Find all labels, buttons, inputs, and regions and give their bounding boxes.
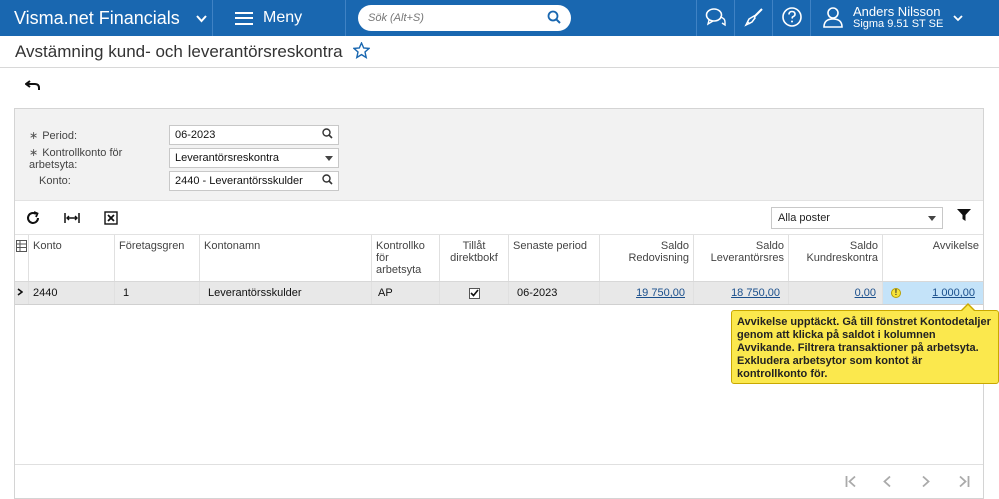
account-value: 2440 - Leverantörsskulder — [175, 175, 303, 187]
menu-label: Meny — [263, 9, 303, 26]
control-account-select[interactable]: Leverantörsreskontra — [169, 148, 339, 168]
pager — [15, 464, 983, 498]
dropdown-arrow-icon — [325, 153, 333, 164]
filter-form: ∗ Period: 06-2023 ∗ Kontrollkonto för arbe… — [15, 109, 983, 201]
column-header-kontonamn[interactable]: Kontonamn — [200, 235, 372, 281]
cell-tillat — [440, 282, 509, 304]
search-box[interactable] — [358, 5, 571, 31]
cell-kontonamn: Leverantörsskulder — [200, 282, 372, 304]
search-area — [346, 0, 697, 36]
records-filter-value: Alla poster — [778, 212, 830, 224]
cell-konto: 2440 — [29, 282, 115, 304]
chevron-right-icon — [17, 287, 24, 299]
column-header-foretagsgren[interactable]: Företagsgren — [115, 235, 200, 281]
cell-senaste: 06-2023 — [509, 282, 600, 304]
next-page-icon[interactable] — [922, 475, 930, 491]
chevron-down-icon — [196, 11, 207, 26]
column-header-saldo-redovisning[interactable]: Saldo Redovisning — [600, 235, 694, 281]
period-value: 06-2023 — [175, 129, 216, 141]
search-icon[interactable] — [547, 10, 561, 27]
period-label: ∗ Period: — [29, 129, 78, 142]
user-names: Anders Nilsson Sigma 9.51 ST SE — [853, 5, 943, 31]
chat-icon — [705, 7, 727, 30]
chat-button[interactable] — [697, 0, 735, 36]
search-icon[interactable] — [322, 174, 333, 188]
chevron-down-icon — [953, 11, 963, 25]
page-title: Avstämning kund- och leverantörsreskontr… — [15, 41, 343, 61]
column-header-konto[interactable]: Konto — [29, 235, 115, 281]
help-button[interactable] — [773, 0, 811, 36]
table-row[interactable]: 2440 1 Leverantörsskulder AP 06-2023 19 … — [15, 282, 983, 305]
star-icon[interactable] — [351, 40, 371, 62]
tooltip-text: Avvikelse upptäckt. Gå till fönstret Kon… — [737, 316, 991, 380]
help-icon — [781, 6, 803, 31]
control-account-label: ∗ Kontrollkonto för arbetsyta: — [29, 146, 123, 171]
account-row: Konto: 2440 - Leverantörsskulder — [29, 171, 339, 191]
discrepancy-tooltip: Avvikelse upptäckt. Gå till fönstret Kon… — [731, 303, 999, 384]
control-account-row: ∗ Kontrollkonto för arbetsyta: Leverantör… — [29, 146, 339, 171]
main-panel: ∗ Period: 06-2023 ∗ Kontrollkonto för arbe… — [14, 108, 984, 499]
data-grid: Konto Företagsgren Kontonamn Kontrollko … — [15, 235, 983, 305]
period-row: ∗ Period: 06-2023 — [29, 125, 339, 145]
direct-posting-checkbox[interactable] — [468, 287, 480, 299]
user-icon — [823, 6, 843, 31]
saldo-redovisning-link[interactable]: 19 750,00 — [636, 287, 685, 299]
undo-icon[interactable] — [24, 79, 41, 94]
column-header-senaste[interactable]: Senaste period — [509, 235, 600, 281]
records-filter-select[interactable]: Alla poster — [771, 207, 943, 229]
grid-toolbar: Alla poster — [15, 201, 983, 235]
dropdown-arrow-icon — [928, 212, 936, 224]
column-settings-icon[interactable] — [16, 240, 27, 255]
account-field[interactable]: 2440 - Leverantörsskulder — [169, 171, 339, 191]
title-row: Avstämning kund- och leverantörsreskontr… — [0, 36, 999, 68]
brush-icon — [743, 7, 764, 30]
cell-foretagsgren: 1 — [115, 282, 200, 304]
refresh-icon[interactable] — [24, 209, 42, 227]
user-name: Anders Nilsson — [853, 4, 941, 19]
column-header-saldo-leverantor[interactable]: Saldo Leverantörsres — [694, 235, 789, 281]
first-page-icon[interactable] — [845, 475, 857, 491]
row-selector[interactable] — [15, 282, 29, 304]
brand-switcher[interactable]: Visma.net Financials — [0, 0, 213, 36]
cell-saldo-kund: 0,00 — [789, 282, 883, 304]
avvikelse-link[interactable]: 1 000,00 — [932, 287, 975, 299]
column-header-saldo-kund[interactable]: Saldo Kundreskontra — [789, 235, 883, 281]
period-field[interactable]: 06-2023 — [169, 125, 339, 145]
main-menu-button[interactable]: Meny — [213, 0, 346, 36]
export-excel-icon[interactable] — [102, 209, 120, 227]
prev-page-icon[interactable] — [883, 475, 891, 491]
user-company: Sigma 9.51 ST SE — [853, 18, 944, 30]
warning-icon: ! — [891, 288, 901, 298]
cell-saldo-redovisning: 19 750,00 — [600, 282, 694, 304]
fit-columns-icon[interactable] — [63, 209, 81, 227]
filter-icon[interactable] — [957, 209, 971, 225]
search-icon[interactable] — [322, 128, 333, 142]
saldo-kund-link[interactable]: 0,00 — [855, 287, 876, 299]
last-page-icon[interactable] — [958, 475, 970, 491]
control-account-value: Leverantörsreskontra — [175, 152, 279, 164]
top-bar: Visma.net Financials Meny Sök (Alt+S) An… — [0, 0, 999, 36]
saldo-leverantor-link[interactable]: 18 750,00 — [731, 287, 780, 299]
brand-name: Visma.net Financials — [14, 7, 180, 28]
column-chooser[interactable] — [15, 235, 29, 281]
search-input[interactable] — [368, 12, 538, 24]
account-label: Konto: — [39, 175, 71, 187]
column-header-tillat[interactable]: Tillåt direktbokf — [440, 235, 509, 281]
cell-avvikelse: ! 1 000,00 — [883, 282, 983, 304]
cell-saldo-leverantor: 18 750,00 — [694, 282, 789, 304]
column-header-kontroll[interactable]: Kontrollko för arbetsyta — [372, 235, 440, 281]
column-header-avvikelse[interactable]: Avvikelse — [883, 235, 983, 281]
user-menu[interactable]: Anders Nilsson Sigma 9.51 ST SE — [811, 0, 999, 36]
cell-kontroll: AP — [372, 282, 440, 304]
hamburger-icon — [235, 11, 253, 25]
brush-button[interactable] — [735, 0, 773, 36]
grid-header: Konto Företagsgren Kontonamn Kontrollko … — [15, 235, 983, 282]
